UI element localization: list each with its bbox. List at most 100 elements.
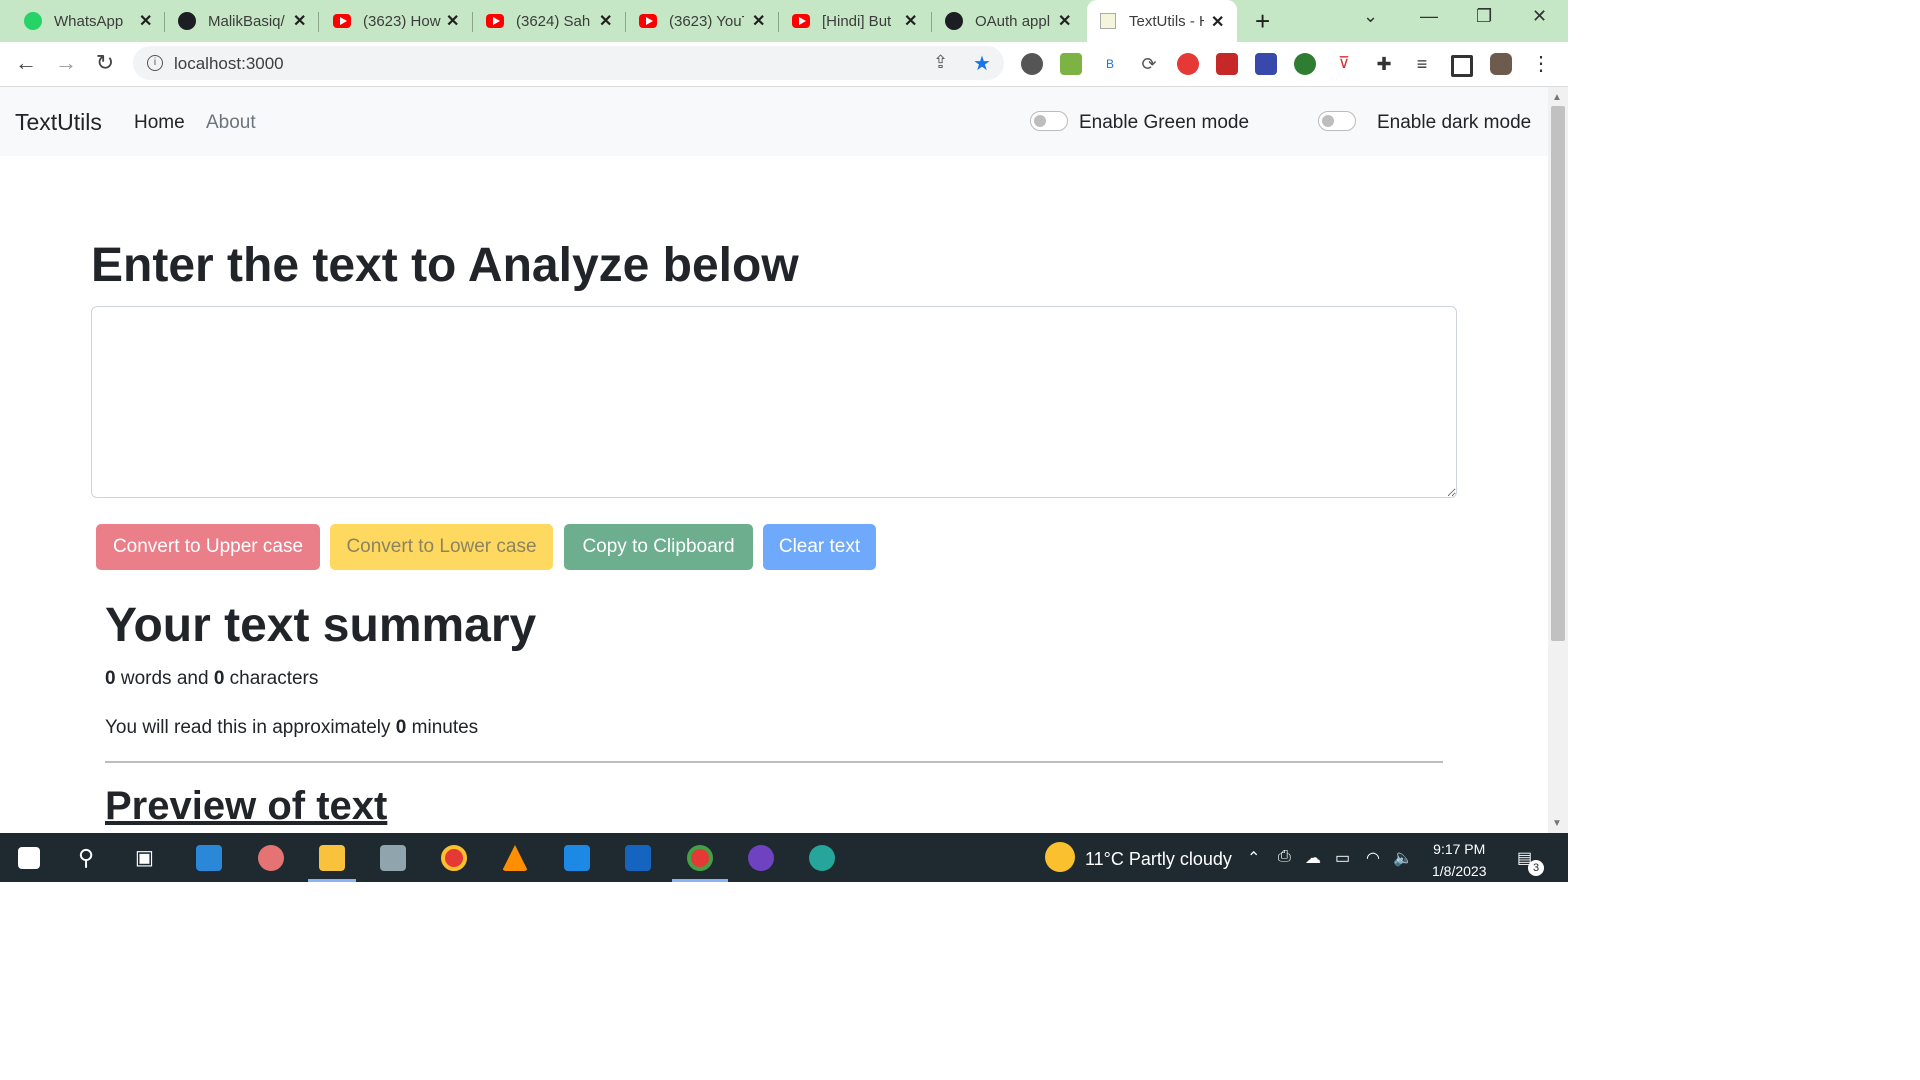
task-view-icon[interactable]: ▣ [135, 845, 161, 871]
media-control-icon[interactable]: ≡ [1411, 53, 1433, 75]
address-bar[interactable]: i localhost:3000 ⇪ ★ [133, 46, 1004, 80]
site-info-icon[interactable]: i [147, 55, 163, 71]
extension-colorful-icon[interactable] [1255, 53, 1277, 75]
github-icon [945, 12, 963, 30]
extension-pdf-icon[interactable] [1060, 53, 1082, 75]
word-icon[interactable] [625, 845, 651, 871]
words-text: words and [120, 668, 209, 689]
tab-title: OAuth appl [975, 12, 1050, 30]
close-tab-icon[interactable]: ✕ [599, 11, 612, 31]
back-arrow-icon[interactable]: ← [12, 50, 40, 76]
extension-adblock-icon[interactable] [1177, 53, 1199, 75]
onedrive-cloud-icon[interactable]: ☁ [1305, 848, 1321, 868]
weather-icon[interactable] [1045, 842, 1075, 872]
tab-textutils-active[interactable]: TextUtils - H ✕ [1087, 0, 1237, 42]
copy-clipboard-button[interactable]: Copy to Clipboard [564, 524, 753, 570]
scroll-up-arrow-icon[interactable]: ▲ [1552, 92, 1562, 103]
tab-search-icon[interactable]: ⌄ [1363, 6, 1378, 27]
profile-avatar[interactable] [1490, 53, 1512, 75]
chrome-profile-icon[interactable] [687, 845, 713, 871]
nav-link-home[interactable]: Home [134, 112, 185, 134]
scroll-down-arrow-icon[interactable]: ▼ [1552, 818, 1562, 829]
reading-time-prefix: You will read this in approximately [105, 717, 391, 738]
windows-start-icon[interactable] [18, 847, 40, 869]
green-mode-label[interactable]: Enable Green mode [1079, 112, 1249, 134]
snipping-tool-icon[interactable] [258, 845, 284, 871]
convert-lowercase-button[interactable]: Convert to Lower case [330, 524, 553, 570]
file-explorer-icon[interactable] [319, 845, 345, 871]
volume-icon[interactable]: 🔈 [1393, 848, 1413, 868]
tab-title: WhatsApp [54, 12, 124, 30]
convert-uppercase-button[interactable]: Convert to Upper case [96, 524, 320, 570]
github-icon [178, 12, 196, 30]
navbar-brand[interactable]: TextUtils [15, 109, 102, 136]
device-icon[interactable]: ⎙ [1278, 848, 1291, 866]
weather-text[interactable]: 11°C Partly cloudy [1085, 849, 1232, 870]
text-input-area[interactable] [91, 306, 1457, 498]
youtube-icon [639, 12, 657, 30]
summary-heading: Your text summary [105, 599, 537, 652]
nav-link-about[interactable]: About [206, 112, 256, 134]
vscode-icon[interactable] [564, 845, 590, 871]
browser-tab-strip: WhatsApp ✕ MalikBasiq/ ✕ (3623) How ✕ (3… [0, 0, 1568, 42]
extension-globe-icon[interactable] [1294, 53, 1316, 75]
extension-red-icon[interactable] [1216, 53, 1238, 75]
window-close-icon[interactable]: ✕ [1532, 6, 1547, 27]
scrollbar-thumb[interactable] [1551, 106, 1565, 641]
show-hidden-icons-icon[interactable]: ⌃ [1247, 848, 1260, 868]
tab-github-oauth[interactable]: OAuth appl ✕ [945, 6, 1075, 36]
reload-icon[interactable]: ↻ [91, 50, 119, 76]
tab-divider [625, 12, 626, 32]
tab-title: MalikBasiq/ [208, 12, 285, 30]
edge-icon[interactable] [809, 845, 835, 871]
new-tab-button[interactable]: + [1255, 6, 1270, 37]
extension-b-icon[interactable]: B [1099, 53, 1121, 75]
share-icon[interactable]: ⇪ [933, 52, 948, 73]
github-desktop-icon[interactable] [748, 845, 774, 871]
wifi-icon[interactable]: ◠ [1366, 848, 1380, 868]
tab-title: (3623) YouT [669, 12, 744, 30]
dark-mode-toggle[interactable] [1318, 111, 1356, 131]
clock-time: 9:17 PM [1433, 841, 1486, 857]
youtube-icon [792, 12, 810, 30]
microsoft-store-icon[interactable] [196, 845, 222, 871]
tab-youtube-4[interactable]: [Hindi] But ✕ [792, 6, 922, 36]
bookmark-star-icon[interactable]: ★ [973, 51, 991, 76]
tab-whatsapp[interactable]: WhatsApp ✕ [24, 6, 158, 36]
tab-divider [472, 12, 473, 32]
system-clock[interactable]: 9:17 PM 1/8/2023 [1432, 838, 1487, 882]
computer-icon[interactable] [380, 845, 406, 871]
minimize-icon[interactable]: — [1420, 6, 1438, 27]
close-tab-icon[interactable]: ✕ [446, 11, 459, 31]
close-tab-icon[interactable]: ✕ [139, 11, 152, 31]
windows-taskbar [0, 833, 1568, 882]
tab-youtube-3[interactable]: (3623) YouT ✕ [639, 6, 769, 36]
tab-youtube-2[interactable]: (3624) Sahil ✕ [486, 6, 616, 36]
preview-heading: Preview of text [105, 784, 388, 828]
notification-badge: 3 [1528, 860, 1544, 876]
extensions-puzzle-icon[interactable]: ✚ [1373, 53, 1395, 75]
url-text[interactable]: localhost:3000 [174, 54, 284, 74]
forward-arrow-icon[interactable]: → [52, 50, 80, 76]
tab-divider [164, 12, 165, 32]
restore-icon[interactable]: ❐ [1476, 6, 1492, 27]
close-tab-icon[interactable]: ✕ [752, 11, 765, 31]
extension-speed-icon[interactable] [1021, 53, 1043, 75]
battery-icon[interactable]: ▭ [1335, 848, 1350, 868]
close-tab-icon[interactable]: ✕ [904, 11, 917, 31]
search-icon[interactable]: ⚲ [78, 845, 104, 871]
green-mode-toggle[interactable] [1030, 111, 1068, 131]
whatsapp-icon [24, 12, 42, 30]
chrome-icon[interactable] [441, 845, 467, 871]
browser-menu-icon[interactable]: ⋮ [1530, 53, 1552, 75]
close-tab-icon[interactable]: ✕ [293, 11, 306, 31]
dark-mode-label[interactable]: Enable dark mode [1377, 112, 1531, 134]
extension-pocket-icon[interactable]: ⊽ [1333, 53, 1355, 75]
clear-text-button[interactable]: Clear text [763, 524, 876, 570]
tab-youtube-1[interactable]: (3623) How ✕ [333, 6, 463, 36]
extension-sync-icon[interactable]: ⟳ [1138, 53, 1160, 75]
close-tab-icon[interactable]: ✕ [1211, 12, 1224, 32]
side-panel-icon[interactable] [1451, 55, 1473, 77]
tab-github-malikbasiq[interactable]: MalikBasiq/ ✕ [178, 6, 310, 36]
close-tab-icon[interactable]: ✕ [1058, 11, 1071, 31]
